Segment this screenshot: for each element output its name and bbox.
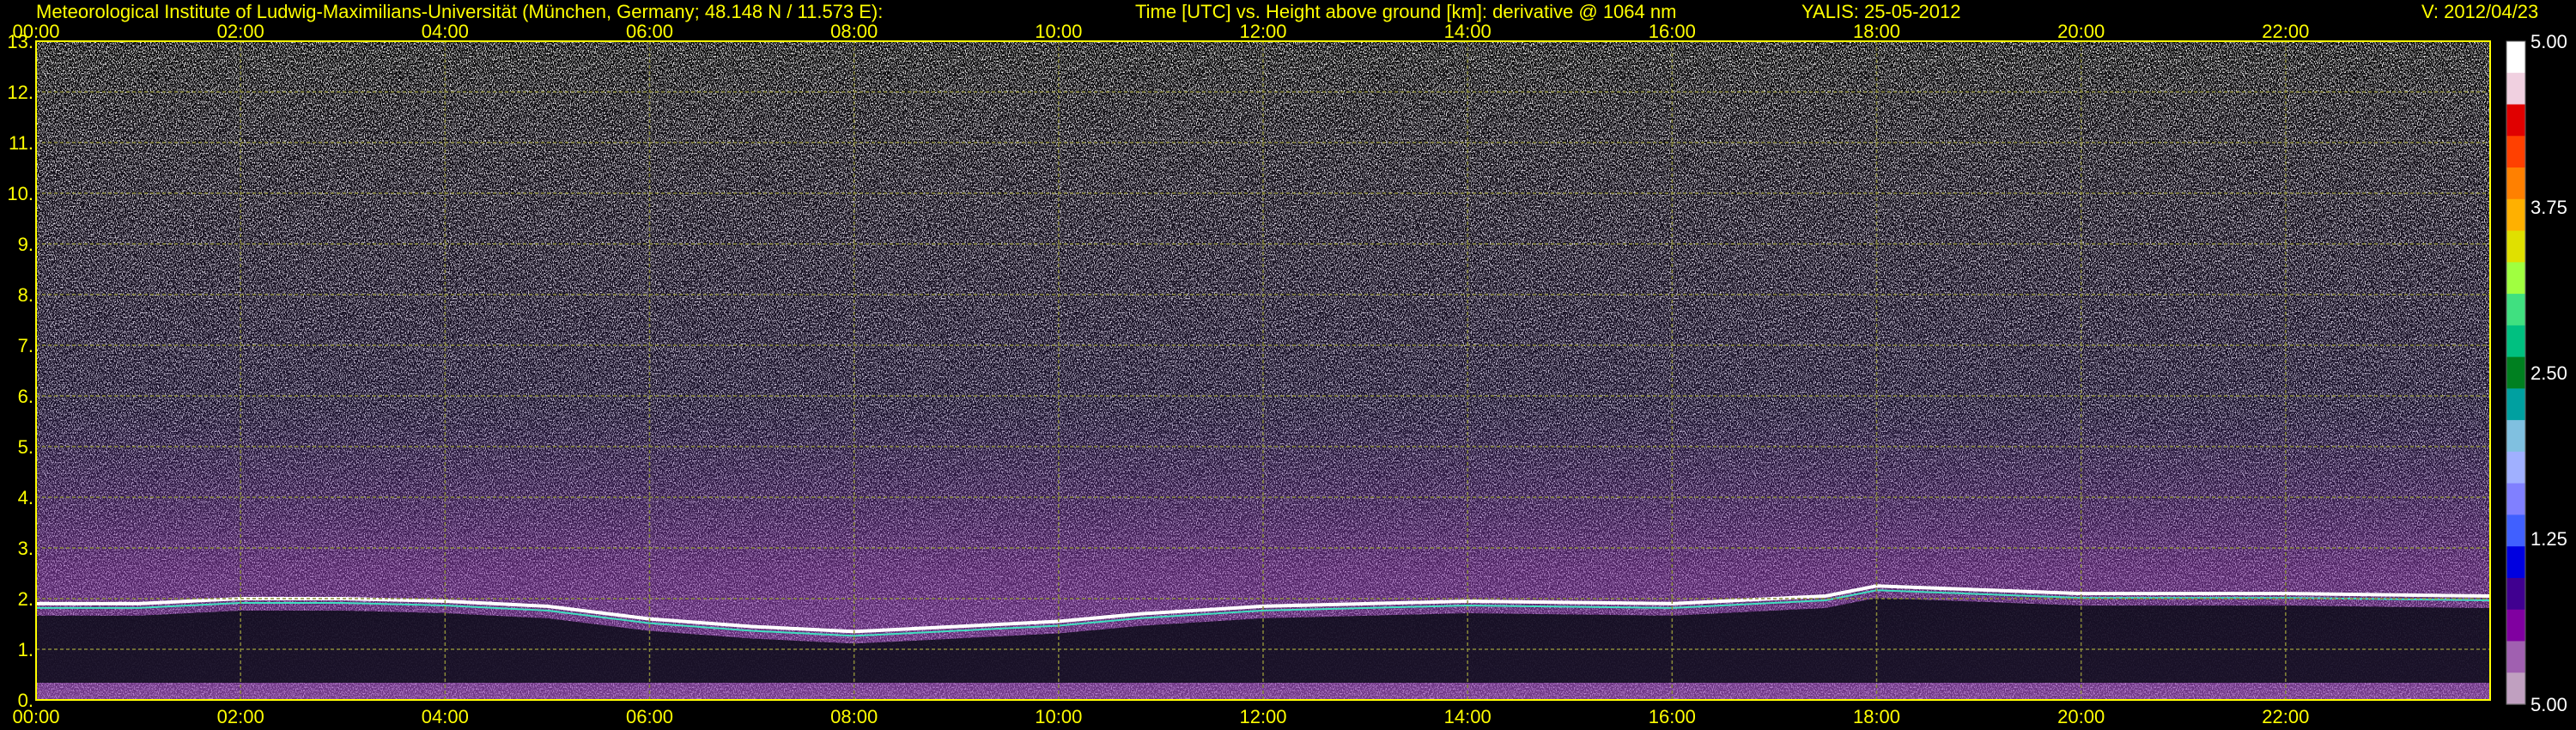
colorbar-swatch <box>2506 546 2525 579</box>
plot-area <box>35 40 2491 701</box>
colorbar-tick-label: 5.00 <box>2530 694 2567 715</box>
y-tick-label: 4. <box>18 487 33 508</box>
x-tick-label-bottom: 00:00 <box>12 706 59 727</box>
x-tick-label-bottom: 20:00 <box>2057 706 2105 727</box>
colorbar-swatch <box>2506 167 2525 200</box>
y-tick-label: 1. <box>18 639 33 660</box>
y-tick-label: 9. <box>18 234 33 255</box>
x-tick-label-bottom: 10:00 <box>1035 706 1082 727</box>
y-tick-label: 7. <box>18 335 33 356</box>
colorbar-swatch <box>2506 577 2525 611</box>
colorbar-swatch <box>2506 420 2525 453</box>
x-tick-label-bottom: 04:00 <box>422 706 469 727</box>
x-tick-label-top: 08:00 <box>830 21 878 42</box>
colorbar-swatch <box>2506 356 2525 389</box>
colorbar-tick-label: 5.00 <box>2530 31 2567 52</box>
x-tick-label-top: 16:00 <box>1649 21 1696 42</box>
x-tick-label-bottom: 16:00 <box>1649 706 1696 727</box>
x-tick-label-bottom: 12:00 <box>1239 706 1286 727</box>
colorbar-swatch <box>2506 294 2525 326</box>
colorbar: 5.00 3.75 2.50 1.25 5.00 <box>2506 31 2567 715</box>
colorbar-swatch <box>2506 136 2525 168</box>
x-tick-label-bottom: 02:00 <box>217 706 264 727</box>
colorbar-swatch <box>2506 451 2525 484</box>
x-tick-label-top: 18:00 <box>1853 21 1900 42</box>
x-tick-label-top: 12:00 <box>1239 21 1286 42</box>
x-tick-label-top: 00:00 <box>12 21 59 42</box>
y-tick-label: 8. <box>18 284 33 306</box>
colorbar-swatch <box>2506 483 2525 516</box>
y-tick-label: 10. <box>7 183 33 204</box>
colorbar-swatch <box>2506 104 2525 137</box>
colorbar-tick-label: 1.25 <box>2530 528 2567 550</box>
y-tick-label: 11. <box>9 132 33 154</box>
colorbar-swatch <box>2506 198 2525 232</box>
x-tick-label-top: 22:00 <box>2262 21 2309 42</box>
x-tick-label-bottom: 22:00 <box>2262 706 2309 727</box>
x-axis-bottom: 00:00 02:00 04:00 06:00 08:00 10:00 12:00 14:00… <box>12 706 2309 727</box>
colorbar-swatch <box>2506 514 2525 547</box>
colorbar-swatch <box>2506 325 2525 358</box>
x-axis-top: 00:00 02:00 04:00 06:00 08:00 10:00 12:00 14:00… <box>12 21 2309 42</box>
colorbar-swatch <box>2506 641 2525 673</box>
y-axis: 0.1.2.3.4.5.6.7.8.9.10.11.12.13. <box>7 31 33 711</box>
colorbar-tick-label: 3.75 <box>2530 197 2567 218</box>
colorbar-swatch <box>2506 672 2525 705</box>
colorbar-swatch <box>2506 388 2525 421</box>
colorbar-swatch <box>2506 609 2525 642</box>
y-tick-label: 6. <box>18 386 33 407</box>
x-tick-label-top: 02:00 <box>217 21 264 42</box>
colorbar-swatch <box>2506 41 2525 74</box>
x-tick-label-bottom: 14:00 <box>1444 706 1492 727</box>
y-tick-label: 5. <box>18 436 33 458</box>
x-tick-label-bottom: 08:00 <box>830 706 878 727</box>
x-tick-label-top: 04:00 <box>422 21 469 42</box>
x-tick-label-top: 06:00 <box>626 21 673 42</box>
y-tick-label: 2. <box>18 588 33 610</box>
colorbar-swatch <box>2506 262 2525 295</box>
x-tick-label-top: 20:00 <box>2057 21 2105 42</box>
x-tick-label-top: 14:00 <box>1444 21 1492 42</box>
x-tick-label-bottom: 18:00 <box>1853 706 1900 727</box>
colorbar-swatch <box>2506 230 2525 263</box>
y-tick-label: 12. <box>7 82 33 103</box>
y-tick-label: 3. <box>18 538 33 559</box>
colorbar-tick-label: 2.50 <box>2530 362 2567 384</box>
colorbar-swatch <box>2506 72 2525 106</box>
lidar-heatmap-chart: 0.1.2.3.4.5.6.7.8.9.10.11.12.13. 00:00 02… <box>7 21 2567 727</box>
x-tick-label-bottom: 06:00 <box>626 706 673 727</box>
x-tick-label-top: 10:00 <box>1035 21 1082 42</box>
